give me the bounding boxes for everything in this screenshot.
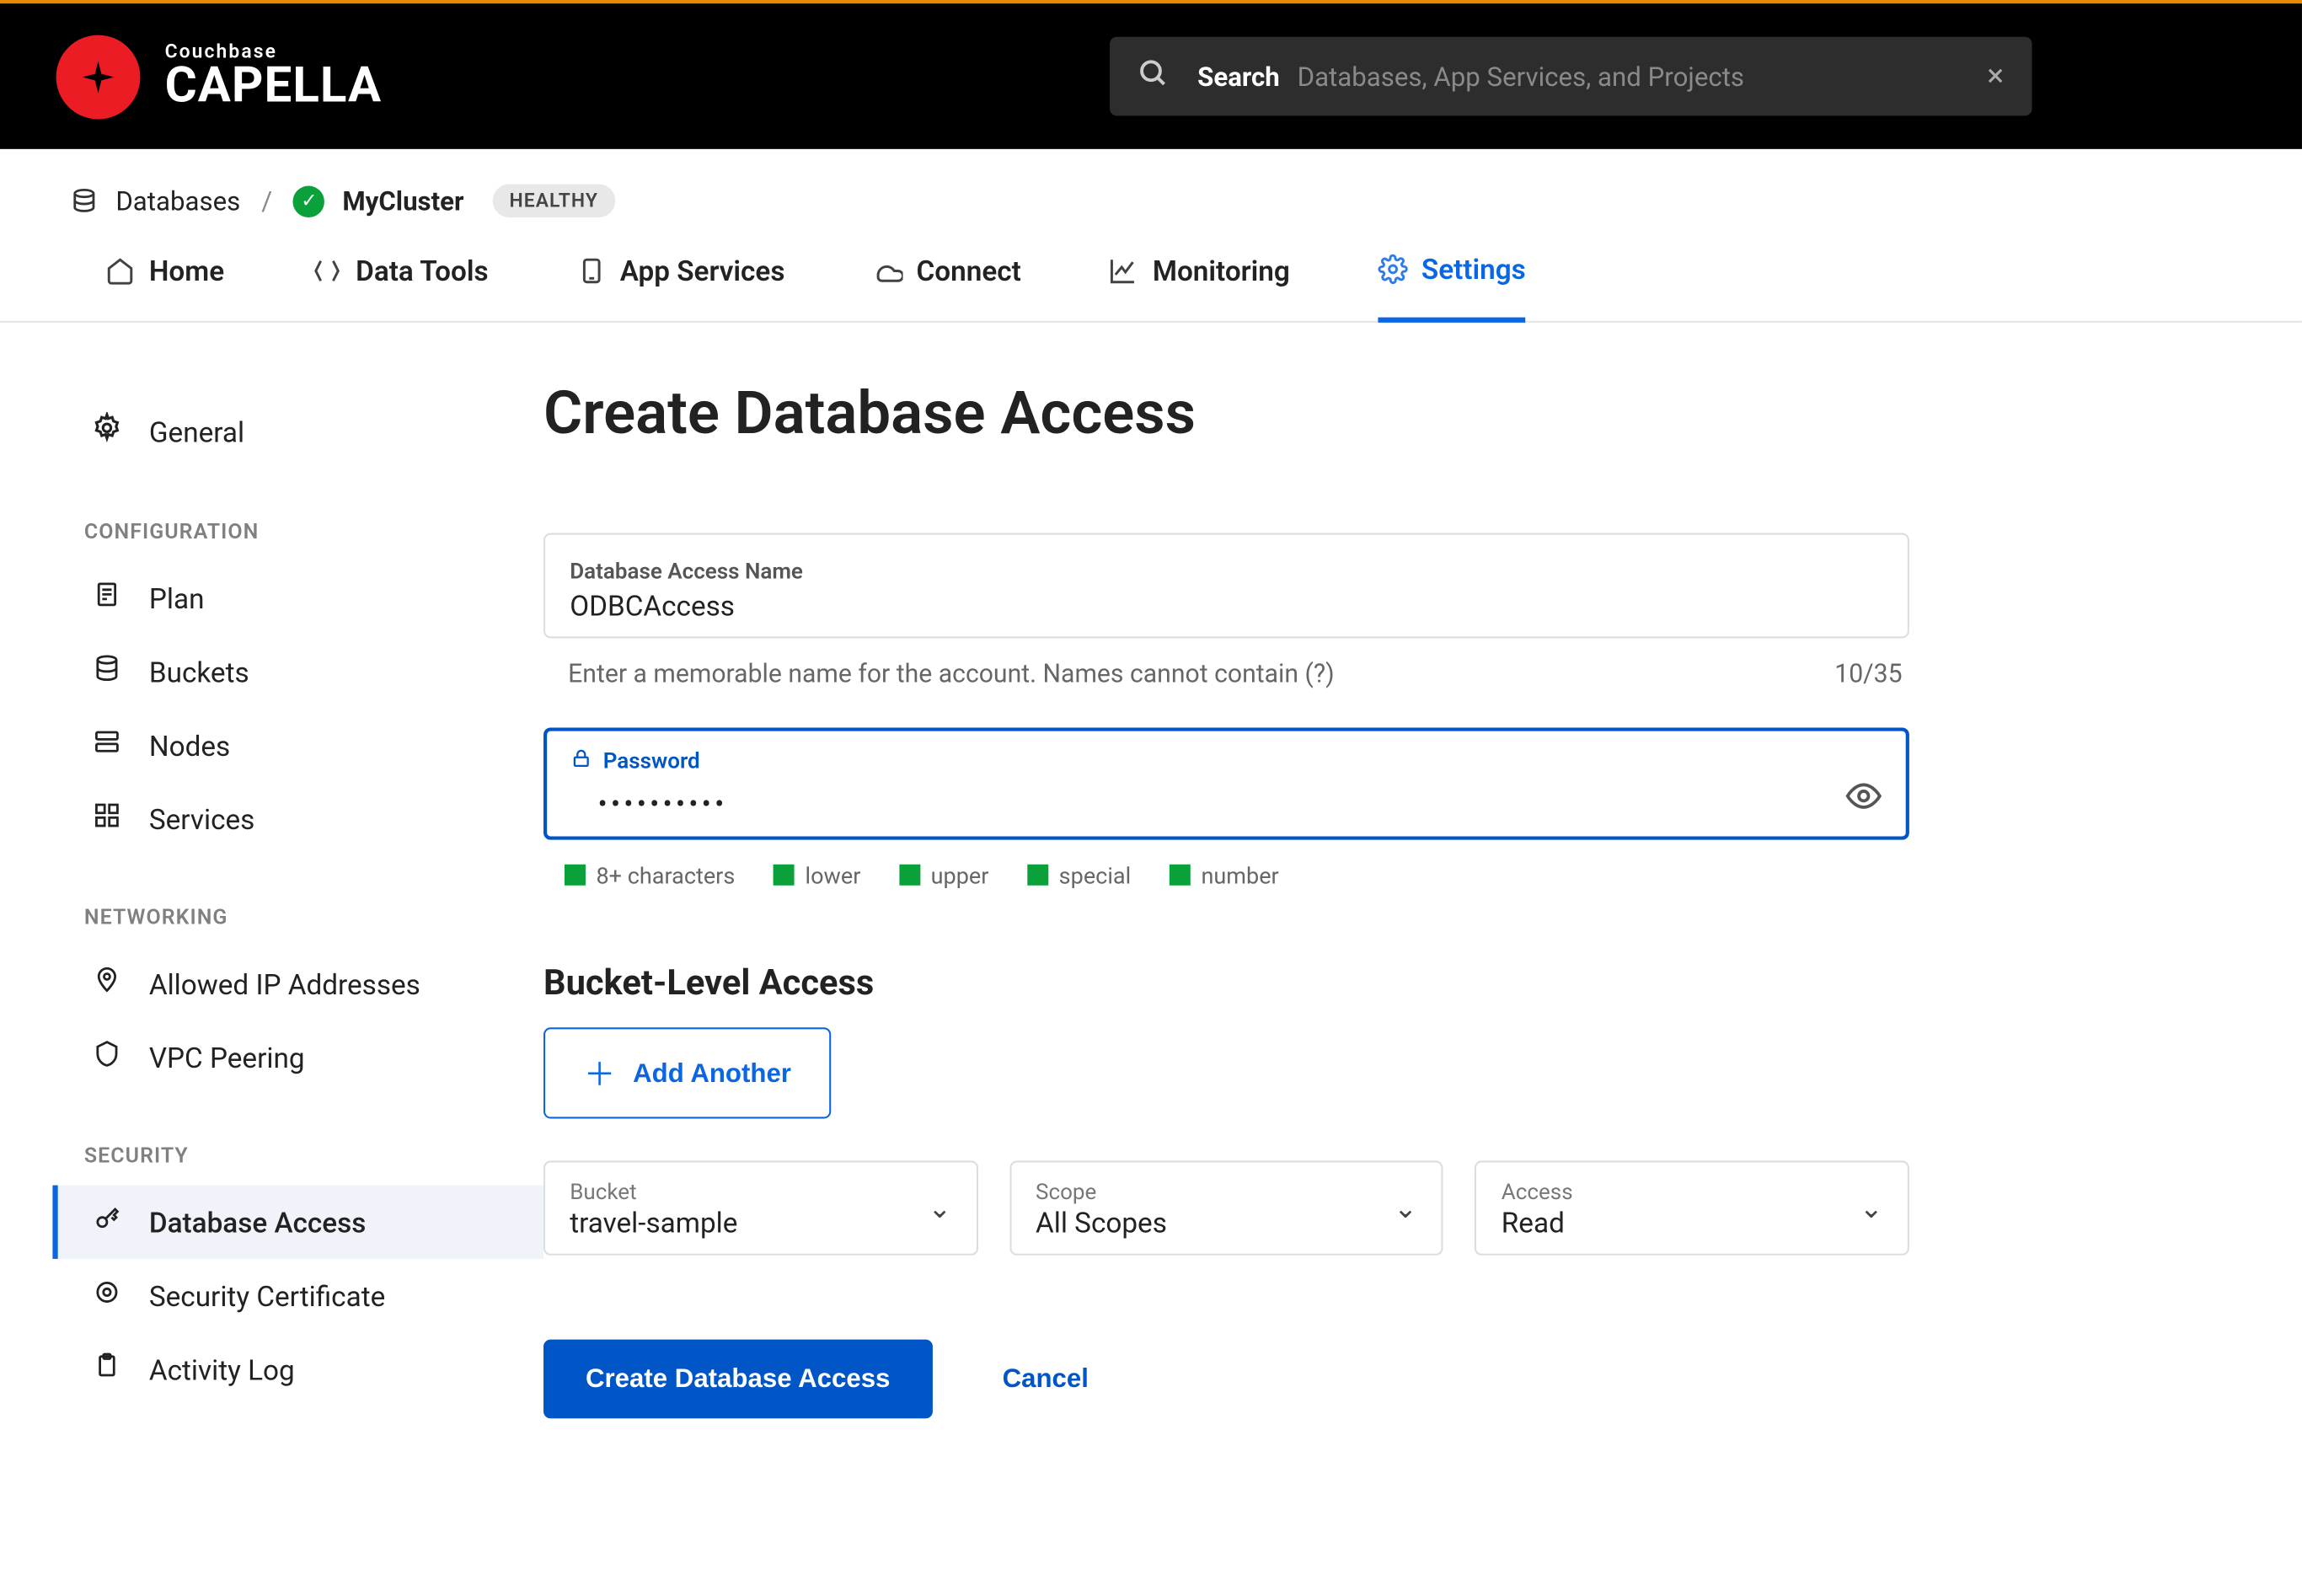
scope-select[interactable]: Scope All Scopes ⌄	[1009, 1160, 1443, 1255]
search-icon	[1138, 57, 1169, 96]
sidebar-item-security-certificate[interactable]: Security Certificate	[52, 1259, 543, 1332]
sidebar-item-services[interactable]: Services	[52, 782, 543, 855]
database-icon	[70, 185, 98, 217]
settings-sidebar: General CONFIGURATION Plan Buckets Nodes…	[0, 323, 543, 1489]
sidebar-item-plan[interactable]: Plan	[52, 561, 543, 635]
sidebar-header: SECURITY	[52, 1094, 543, 1185]
tab-app-services[interactable]: App Services	[576, 253, 785, 321]
password-rules: 8+ characters lower upper special number	[543, 850, 1909, 891]
name-label: Database Access Name	[570, 560, 803, 586]
sidebar-item-label: Allowed IP Addresses	[149, 967, 420, 1001]
sidebar-item-label: Services	[149, 802, 254, 836]
pw-rule: number	[1170, 865, 1279, 891]
search-label: Search	[1197, 61, 1280, 92]
pw-rule: 8+ characters	[565, 865, 735, 891]
select-label: Bucket	[570, 1180, 906, 1206]
clear-icon[interactable]: ×	[1987, 58, 2004, 95]
tab-monitoring[interactable]: Monitoring	[1109, 253, 1290, 321]
tab-label: Connect	[917, 254, 1021, 288]
search-placeholder: Databases, App Services, and Projects	[1298, 61, 1988, 92]
sidebar-item-label: Activity Log	[149, 1352, 295, 1386]
search-input[interactable]: Search Databases, App Services, and Proj…	[1110, 37, 2032, 116]
sidebar-item-database-access[interactable]: Database Access	[52, 1186, 543, 1259]
logo-icon	[56, 35, 141, 119]
cancel-button[interactable]: Cancel	[1003, 1364, 1089, 1394]
status-check-icon: ✓	[293, 185, 324, 217]
bucket-section-heading: Bucket-Level Access	[543, 961, 1909, 1003]
tab-home[interactable]: Home	[105, 253, 224, 321]
sidebar-item-buckets[interactable]: Buckets	[52, 635, 543, 708]
select-label: Access	[1502, 1180, 1838, 1206]
pin-icon	[89, 966, 125, 1001]
sidebar-item-label: Buckets	[149, 655, 249, 688]
status-badge: HEALTHY	[492, 184, 616, 217]
tab-settings[interactable]: Settings	[1378, 253, 1526, 323]
select-value: travel-sample	[570, 1207, 906, 1240]
chevron-down-icon: ⌄	[1860, 1192, 1883, 1225]
password-value: ••••••••••	[570, 780, 1844, 821]
create-button[interactable]: Create Database Access	[543, 1340, 932, 1419]
breadcrumb: Databases / ✓ MyCluster HEALTHY	[0, 149, 2302, 217]
server-icon	[89, 727, 125, 763]
select-value: All Scopes	[1036, 1207, 1372, 1240]
sidebar-item-vpc-peering[interactable]: VPC Peering	[52, 1020, 543, 1094]
select-value: Read	[1502, 1207, 1838, 1240]
gear-icon	[89, 412, 125, 451]
add-another-button[interactable]: ＋ Add Another	[543, 1027, 832, 1118]
page-title: Create Database Access	[543, 378, 1909, 448]
chevron-down-icon: ⌄	[928, 1192, 951, 1225]
chevron-down-icon: ⌄	[1394, 1192, 1417, 1225]
name-value: ODBCAccess	[570, 586, 1882, 623]
name-help: Enter a memorable name for the account. …	[568, 659, 1334, 688]
sidebar-item-general[interactable]: General	[52, 393, 543, 470]
tabs-row: Home Data Tools App Services Connect Mon…	[0, 217, 2302, 323]
eye-icon[interactable]	[1844, 777, 1883, 824]
database-icon	[89, 654, 125, 689]
password-field[interactable]: Password ••••••••••	[543, 727, 1909, 839]
tab-connect[interactable]: Connect	[873, 253, 1021, 321]
sidebar-item-label: VPC Peering	[149, 1041, 305, 1074]
tab-label: Data Tools	[356, 254, 488, 288]
pw-rule: special	[1027, 865, 1131, 891]
logo[interactable]: Couchbase CAPELLA	[56, 35, 383, 119]
document-icon	[89, 581, 125, 616]
sidebar-item-label: Plan	[149, 581, 205, 615]
breadcrumb-databases[interactable]: Databases	[115, 185, 240, 217]
select-label: Scope	[1036, 1180, 1372, 1206]
access-select[interactable]: Access Read ⌄	[1475, 1160, 1909, 1255]
shield-icon	[89, 1040, 125, 1075]
bucket-select[interactable]: Bucket travel-sample ⌄	[543, 1160, 977, 1255]
grid-icon	[89, 801, 125, 837]
cog-icon	[89, 1278, 125, 1314]
name-counter: 10/35	[1834, 659, 1902, 688]
tab-label: Settings	[1421, 253, 1526, 287]
pw-rule: lower	[774, 865, 860, 891]
password-label: Password	[603, 748, 700, 774]
sidebar-header: CONFIGURATION	[52, 470, 543, 561]
clipboard-icon	[89, 1352, 125, 1387]
sidebar-item-allowed-ip[interactable]: Allowed IP Addresses	[52, 947, 543, 1020]
sidebar-item-label: Security Certificate	[149, 1279, 385, 1313]
lock-icon	[570, 747, 592, 776]
logo-product: CAPELLA	[165, 62, 383, 110]
sidebar-header: NETWORKING	[52, 855, 543, 946]
pw-rule: upper	[899, 865, 988, 891]
tab-label: App Services	[620, 254, 785, 288]
breadcrumb-cluster: MyCluster	[342, 185, 463, 217]
topbar: Couchbase CAPELLA Search Databases, App …	[0, 3, 2302, 149]
sidebar-item-label: Database Access	[149, 1205, 367, 1239]
sidebar-item-label: Nodes	[149, 729, 230, 763]
tab-data-tools[interactable]: Data Tools	[312, 253, 489, 321]
sidebar-item-label: General	[149, 415, 244, 448]
sidebar-item-nodes[interactable]: Nodes	[52, 709, 543, 782]
tab-label: Home	[149, 254, 224, 288]
tab-label: Monitoring	[1153, 254, 1290, 288]
name-field[interactable]: Database Access Name ODBCAccess	[543, 533, 1909, 639]
plus-icon: ＋	[584, 1050, 615, 1095]
key-icon	[89, 1204, 125, 1240]
sidebar-item-activity-log[interactable]: Activity Log	[52, 1332, 543, 1406]
add-another-label: Add Another	[633, 1058, 791, 1088]
